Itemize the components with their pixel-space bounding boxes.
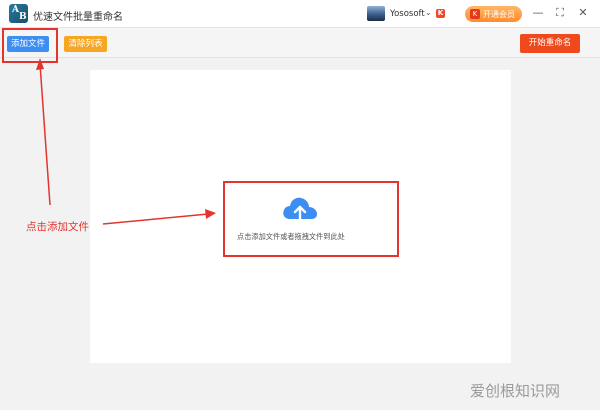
annotation-arrows xyxy=(36,58,216,225)
arrow-head-right xyxy=(205,209,216,219)
arrow-to-add-button xyxy=(39,63,51,206)
arrow-to-drop-area xyxy=(102,213,209,225)
arrow-head-up xyxy=(36,58,44,70)
watermark-text: 爱创根知识网 xyxy=(470,382,561,400)
